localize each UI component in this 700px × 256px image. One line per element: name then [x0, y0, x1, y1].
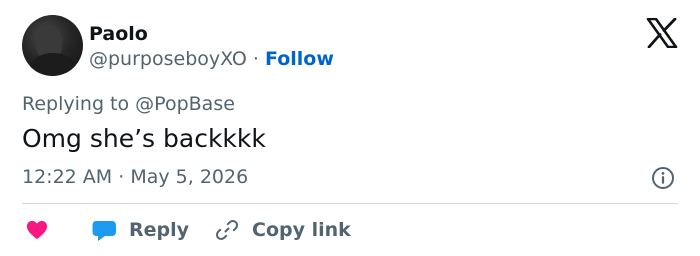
- user-handle[interactable]: @purposeboyXO: [89, 48, 247, 70]
- avatar-figure-body: [30, 53, 76, 76]
- reply-context-target[interactable]: @PopBase: [135, 93, 235, 115]
- speech-bubble-icon: [92, 221, 116, 241]
- tweet-text: Omg she’s backkkk: [22, 124, 266, 153]
- tweet-date: May 5, 2026: [130, 166, 249, 188]
- display-name[interactable]: Paolo: [89, 23, 148, 45]
- reply-context: Replying to @PopBase: [22, 93, 235, 115]
- copy-link-button[interactable]: Copy link: [215, 216, 351, 244]
- copy-link-label: Copy link: [252, 219, 351, 241]
- link-icon: [216, 220, 238, 240]
- x-logo-icon[interactable]: [646, 18, 678, 48]
- handle-row: @purposeboyXO · Follow: [89, 48, 334, 70]
- reply-context-prefix: Replying to: [22, 93, 130, 115]
- timestamp-separator: ·: [118, 166, 125, 188]
- tweet-time: 12:22 AM: [22, 166, 113, 188]
- divider: [22, 203, 678, 204]
- info-icon[interactable]: [651, 166, 675, 190]
- follow-button[interactable]: Follow: [265, 48, 334, 70]
- heart-icon[interactable]: [26, 219, 48, 241]
- handle-separator: ·: [252, 48, 259, 70]
- action-bar: Reply Copy link: [22, 216, 662, 244]
- reply-button[interactable]: Reply: [92, 216, 189, 244]
- tweet-timestamp[interactable]: 12:22 AM · May 5, 2026: [22, 166, 248, 188]
- avatar[interactable]: [22, 15, 83, 76]
- reply-label: Reply: [129, 219, 190, 241]
